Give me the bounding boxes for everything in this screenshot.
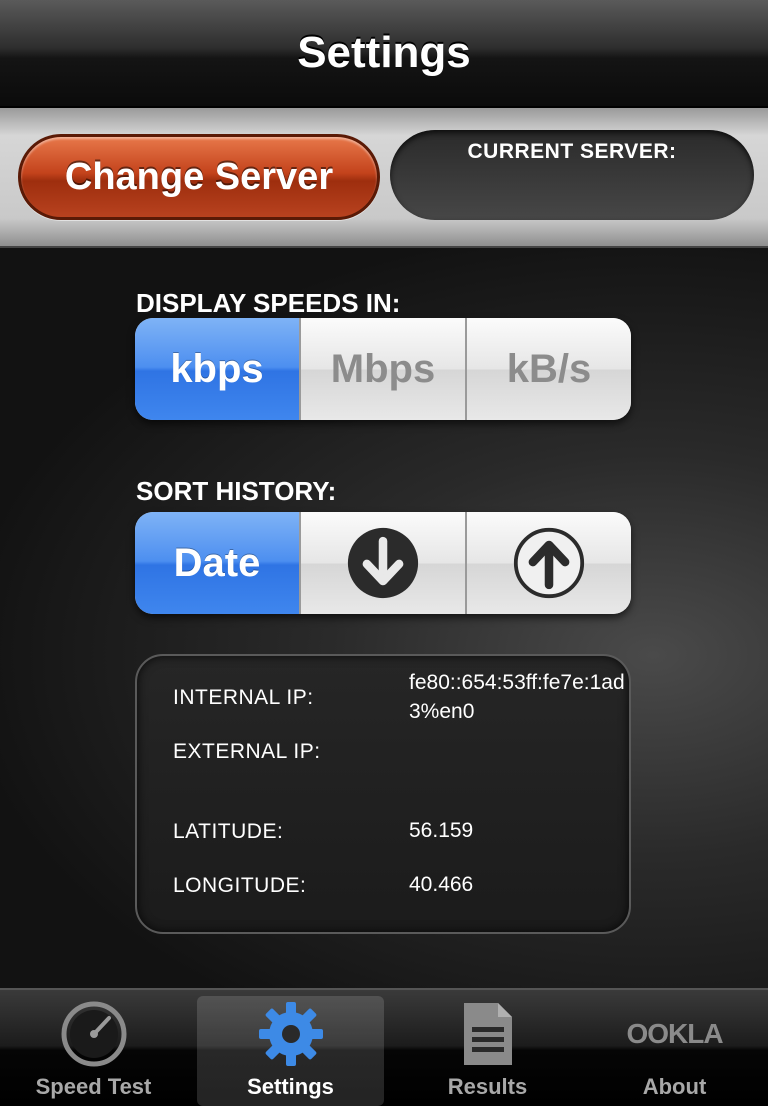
tab-settings[interactable]: Settings <box>197 996 384 1106</box>
current-server-label: CURRENT SERVER: <box>467 140 677 163</box>
arrow-up-circle-icon <box>512 526 586 600</box>
sort-descending-button[interactable] <box>299 512 465 614</box>
latitude-label: LATITUDE: <box>173 820 284 843</box>
external-ip-label: EXTERNAL IP: <box>173 740 321 763</box>
ookla-logo-icon: OOKLA <box>626 998 723 1070</box>
ookla-logo-text: OOKLA <box>626 1018 723 1049</box>
page-title: Settings <box>297 28 471 77</box>
document-icon <box>450 998 526 1070</box>
sort-ascending-button[interactable] <box>465 512 631 614</box>
server-bar: Change Server CURRENT SERVER: <box>0 108 768 248</box>
internal-ip-label: INTERNAL IP: <box>173 686 314 709</box>
sort-history-selector: Date <box>135 512 631 614</box>
speed-unit-kbps[interactable]: kbps <box>135 318 299 420</box>
sort-history-label: SORT HISTORY: <box>136 476 337 506</box>
tab-label: Speed Test <box>35 1074 152 1099</box>
arrow-down-circle-icon <box>346 526 420 600</box>
speed-unit-kbs[interactable]: kB/s <box>465 318 631 420</box>
sort-by-date[interactable]: Date <box>135 512 299 614</box>
tab-label: Settings <box>247 1074 334 1099</box>
current-server-display: CURRENT SERVER: <box>390 130 754 220</box>
longitude-label: LONGITUDE: <box>173 874 307 897</box>
tab-label: About <box>642 1074 707 1099</box>
navigation-bar: Settings <box>0 0 768 108</box>
tab-bar: Speed Test Settings Results OOKLA About <box>0 988 768 1106</box>
internal-ip-value: fe80::654:53ff:fe7e:1ad3%en0 <box>409 671 625 723</box>
speed-unit-selector: kbps Mbps kB/s <box>135 318 631 420</box>
tab-about[interactable]: OOKLA About <box>581 990 768 1106</box>
change-server-button[interactable]: Change Server <box>18 134 380 220</box>
settings-content: DISPLAY SPEEDS IN: kbps Mbps kB/s SORT H… <box>0 248 768 988</box>
network-info-panel: INTERNAL IP: fe80::654:53ff:fe7e:1ad3%en… <box>135 654 631 934</box>
tab-results[interactable]: Results <box>394 990 581 1106</box>
speed-unit-mbps[interactable]: Mbps <box>299 318 465 420</box>
latitude-value: 56.159 <box>409 819 474 842</box>
longitude-value: 40.466 <box>409 873 474 896</box>
tab-speed-test[interactable]: Speed Test <box>0 990 187 1106</box>
speedometer-icon <box>56 998 132 1070</box>
tab-label: Results <box>447 1074 528 1099</box>
display-speeds-label: DISPLAY SPEEDS IN: <box>136 288 401 318</box>
gear-icon <box>253 998 329 1070</box>
